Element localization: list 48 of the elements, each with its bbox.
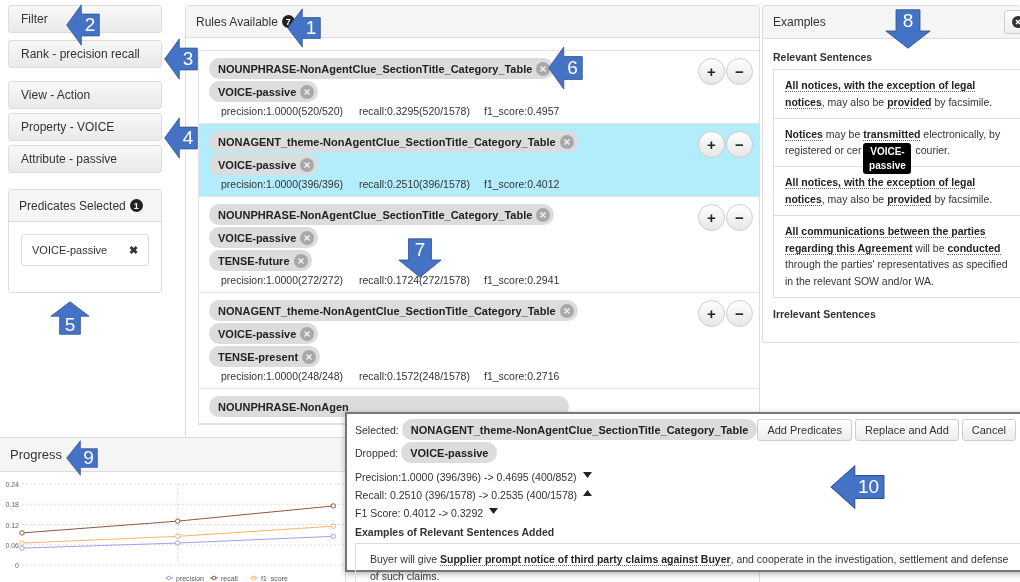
example-sentence: All notices, with the exception of legal notices, may also be provided by facsimile. [774, 70, 1020, 119]
precision-text: precision:1.0000(272/272) [221, 274, 344, 286]
panel-title: Predicates Selected [19, 198, 126, 213]
callout-arrow: 4 [164, 117, 198, 159]
panel-title: Examples [773, 15, 826, 29]
predicate-chip: NONAGENT_theme-NonAgentClue_SectionTitle_Category_Table [209, 300, 578, 321]
recall-text: recall:0.2510(396/1578) [359, 178, 471, 190]
field-label: Selected: [355, 423, 399, 436]
example-sentence: All communications between the parties regarding this Agreement will be conducted through the parties' representatives as specified in the relevant SOW and/or WA. [784, 223, 1009, 290]
f1-score-text: f1_score:0.4012 [484, 178, 560, 190]
predicate-chip: VOICE-passive [401, 442, 498, 463]
predicate-chip: NONAGENT_theme-NonAgentClue_SectionTitle_Category_Table [401, 419, 758, 440]
predicate-label: VOICE-passive [32, 244, 108, 256]
callout-arrow: 10 [830, 465, 885, 509]
callout-arrow: 2 [66, 4, 100, 46]
metric-text: Precision:1.0000 (396/396) -> 0.4695 (400/852) [355, 471, 577, 483]
section-title: Relevant Sentences [773, 51, 874, 63]
callout-arrow: 5 [50, 301, 90, 335]
metric-text: Recall: 0.2510 (396/1578) -> 0.2535 (400/1578) [355, 489, 578, 501]
f1-score-text: f1_score:0.4957 [484, 105, 560, 117]
field-label: Dropped: [355, 446, 399, 459]
predicate-chip: NOUNPHRASE-NonAgentClue_SectionTitle_Category_Table [209, 204, 555, 225]
callout-arrow: 3 [164, 38, 198, 80]
panel-title: Progress [10, 447, 63, 462]
recall-text: recall:0.1572(248/1578) [359, 370, 471, 382]
predicate-chip: VOICE-passive [209, 81, 319, 102]
predicate-chip: TENSE-present [209, 346, 321, 367]
f1-score-text: f1_score:0.2716 [484, 370, 560, 382]
section-title: Irrelevant Sentences [773, 307, 877, 320]
precision-text: precision:1.0000(520/520) [221, 105, 344, 117]
predicate-chip: TENSE-future [209, 250, 312, 271]
predicate-chip: NOUNPHRASE-NonAgentClue_SectionTitle_Category_Table [209, 58, 555, 79]
precision-text: precision:1.0000(248/248) [221, 370, 344, 382]
predicate-chip: VOICE-passive [209, 154, 319, 175]
callout-arrow: 6 [548, 46, 583, 90]
section-title: Examples of Relevant Sentences Added [355, 526, 556, 538]
callout-arrow: 9 [66, 440, 98, 476]
precision-text: precision:1.0000(396/396) [221, 178, 344, 190]
metric-text: F1 Score: 0.4012 -> 0.3292 [355, 507, 484, 519]
callout-arrow: 8 [885, 9, 931, 49]
predicate-chip: NONAGENT_theme-NonAgentClue_SectionTitle_Category_Table [209, 131, 578, 152]
count-badge: 1 [129, 199, 143, 212]
panel-title: Rules Available [196, 14, 278, 29]
recall-text: recall:0.3295(520/1578) [359, 105, 471, 117]
predicate-chip: VOICE-passive [209, 227, 319, 248]
predicate-chip: VOICE-passive [209, 323, 319, 344]
f1-score-text: f1_score:0.2941 [484, 274, 560, 286]
example-sentence: Buyer will give Supplier prompt notice of third party claims against Buyer, and cooperate in the investigation, settlement and defense of such claims. [355, 543, 1020, 582]
